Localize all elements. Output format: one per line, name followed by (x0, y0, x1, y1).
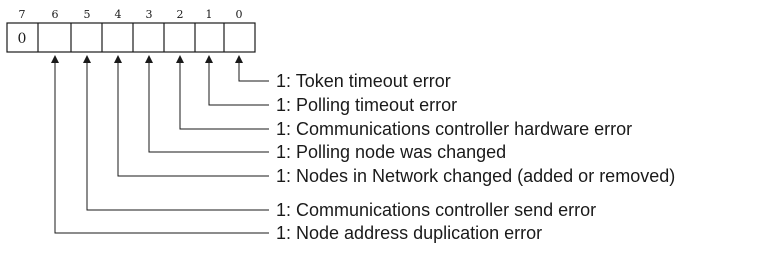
diagram-canvas: 7 6 5 4 3 2 1 0 0 1: Token timeout error… (6, 8, 675, 243)
leader-bit-5 (86, 62, 269, 211)
arrowhead-bit-0 (235, 55, 243, 63)
bit-number-row: 7 6 5 4 3 2 1 0 (19, 8, 243, 21)
label-bit-1: 1: Polling timeout error (276, 95, 457, 115)
label-bit-3: 1: Polling node was changed (276, 142, 506, 162)
arrowhead-bit-6 (51, 55, 59, 63)
bit-number-0: 0 (236, 8, 243, 21)
bit-number-5: 5 (84, 8, 91, 21)
bit-number-7: 7 (19, 8, 26, 21)
legend-labels: 1: Token timeout error 1: Polling timeou… (276, 71, 675, 243)
bit-number-2: 2 (177, 8, 184, 21)
bit-number-6: 6 (52, 8, 59, 21)
leader-bit-2 (179, 62, 269, 130)
bit-7-value: 0 (18, 31, 27, 47)
arrowhead-bit-5 (83, 55, 91, 63)
label-bit-4: 1: Nodes in Network changed (added or re… (276, 166, 675, 186)
leader-bit-0 (238, 62, 269, 82)
arrowhead-bit-3 (145, 55, 153, 63)
label-bit-5: 1: Communications controller send error (276, 200, 596, 220)
arrowhead-bit-2 (176, 55, 184, 63)
leader-bit-4 (117, 62, 269, 177)
register-box (6, 22, 256, 53)
label-bit-6: 1: Node address duplication error (276, 223, 542, 243)
register-outline (6, 22, 256, 53)
leader-lines (54, 62, 269, 234)
bit-number-1: 1 (206, 8, 213, 21)
bit-map-diagram: 7 6 5 4 3 2 1 0 0 1: Token timeout error… (0, 0, 767, 269)
bit-number-3: 3 (146, 8, 153, 21)
arrowhead-bit-4 (114, 55, 122, 63)
label-bit-2: 1: Communications controller hardware er… (276, 119, 632, 139)
bit-number-4: 4 (115, 8, 122, 21)
arrowhead-bit-1 (205, 55, 213, 63)
arrowheads (51, 55, 243, 63)
label-bit-0: 1: Token timeout error (276, 71, 451, 91)
